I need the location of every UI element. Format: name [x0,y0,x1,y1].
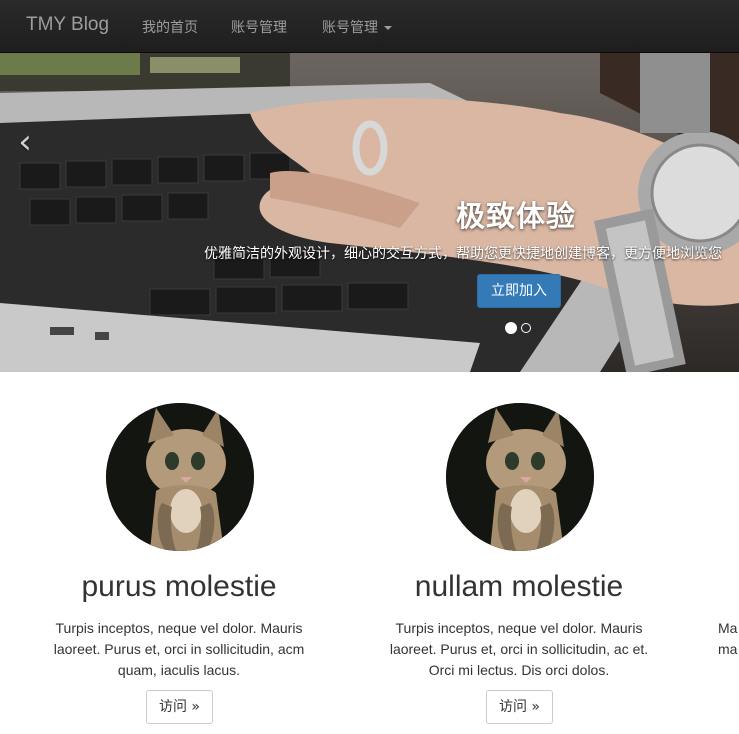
brand-link[interactable]: TMY Blog [26,14,109,36]
nav-account-link[interactable]: 账号管理 [231,17,287,37]
carousel-caption-text: 优雅简洁的外观设计，细心的交互方式，帮助您更快捷地创建博客，更方便地浏览您 [204,246,722,262]
navbar: TMY Blog 我的首页 账号管理 账号管理 [0,0,739,53]
nav-account-dropdown-label: 账号管理 [322,20,378,36]
hero-image [0,53,739,372]
hero-carousel: ‹ 极致体验 优雅简洁的外观设计，细心的交互方式，帮助您更快捷地创建博客，更方便… [0,53,739,372]
carousel-indicator-1[interactable] [505,322,517,334]
visit-button[interactable]: 访问 » [486,690,553,724]
feature-text: Ma ma [718,618,739,660]
feature-text-line: ma [718,641,738,657]
feature-column-3: Ma ma [694,372,739,734]
feature-title: purus molestie [81,570,277,603]
feature-text: Turpis inceptos, neque vel dolor. Mauris… [389,620,649,678]
feature-title: nullam molestie [414,570,624,603]
carousel-indicator-2[interactable] [521,323,531,333]
feature-text: Turpis inceptos, neque vel dolor. Mauris… [53,620,305,678]
nav-account-dropdown[interactable]: 账号管理 [322,17,392,37]
feature-text-line: Ma [718,620,738,636]
kitten-avatar [106,403,254,551]
chevron-left-icon[interactable]: ‹ [12,125,38,159]
join-now-button[interactable]: 立即加入 [477,274,561,308]
carousel-caption-title: 极致体验 [456,199,577,233]
visit-button[interactable]: 访问 » [146,690,213,724]
kitten-avatar [446,403,594,551]
feature-column-2: nullam molestie Turpis inceptos, neque v… [354,372,684,734]
feature-column-1: purus molestie Turpis inceptos, neque ve… [14,372,344,734]
nav-home-link[interactable]: 我的首页 [142,17,198,37]
caret-down-icon [384,26,392,30]
